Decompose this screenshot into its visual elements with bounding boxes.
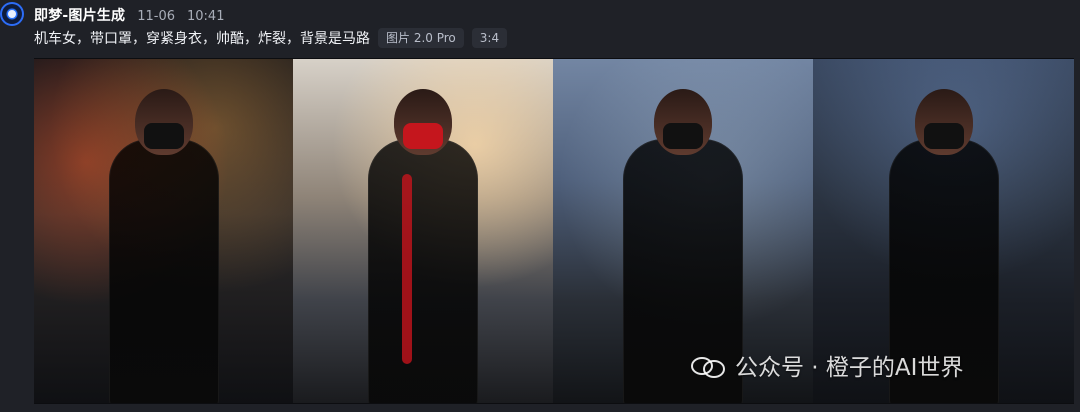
- generated-image-1[interactable]: [34, 59, 293, 403]
- ratio-chip[interactable]: 3:4: [471, 28, 508, 48]
- face-mask: [403, 123, 443, 149]
- model-chip[interactable]: 图片 2.0 Pro: [378, 28, 464, 48]
- message-header: 即梦-图片生成 11-06 10:41 机车女，带口罩，穿紧身衣，帅酷，炸裂，背…: [0, 0, 1080, 56]
- wechat-icon: [691, 354, 725, 378]
- face-mask: [923, 123, 964, 149]
- watermark-text: 公众号 · 橙子的AI世界: [735, 355, 964, 381]
- bot-name[interactable]: 即梦-图片生成: [34, 5, 125, 25]
- figure-silhouette: [368, 139, 478, 403]
- prompt-row: 机车女，带口罩，穿紧身衣，帅酷，炸裂，背景是马路 图片 2.0 Pro 3:4: [34, 28, 508, 48]
- prompt-text: 机车女，带口罩，穿紧身衣，帅酷，炸裂，背景是马路: [34, 31, 370, 47]
- generated-image-2[interactable]: [293, 59, 553, 403]
- message-meta: 即梦-图片生成 11-06 10:41: [34, 5, 224, 25]
- suit-accent: [157, 174, 171, 364]
- face-mask: [143, 123, 184, 149]
- message-time: 10:41: [187, 9, 225, 24]
- suit-accent: [676, 174, 690, 364]
- watermark: 公众号 · 橙子的AI世界: [691, 350, 964, 381]
- suit-accent: [402, 174, 413, 364]
- suit-accent: [937, 174, 951, 364]
- face-mask: [663, 123, 703, 149]
- bot-avatar[interactable]: [0, 2, 24, 26]
- message-date: 11-06: [137, 9, 175, 24]
